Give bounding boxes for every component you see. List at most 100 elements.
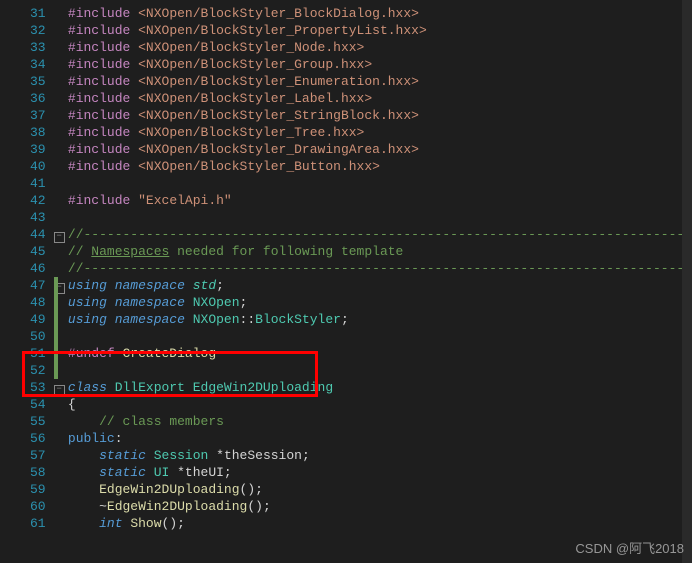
code-line[interactable]: class DllExport EdgeWin2DUploading	[68, 379, 692, 396]
line-number: 47	[0, 277, 46, 294]
token-kw: static	[99, 465, 154, 480]
code-line[interactable]: #include "ExcelApi.h"	[68, 192, 692, 209]
token-cmt: //	[68, 244, 91, 259]
code-line[interactable]: static Session *theSession;	[68, 447, 692, 464]
token-kw: int	[99, 516, 130, 531]
code-line[interactable]: #include <NXOpen/BlockStyler_Enumeration…	[68, 73, 692, 90]
change-marker	[54, 294, 58, 311]
token-plain: ;	[240, 295, 248, 310]
token-kw-pp: #undef	[68, 346, 123, 361]
code-line[interactable]: using namespace std;	[68, 277, 692, 294]
line-number: 33	[0, 39, 46, 56]
code-line[interactable]: #include <NXOpen/BlockStyler_StringBlock…	[68, 107, 692, 124]
line-number: 42	[0, 192, 46, 209]
token-type2: NXOpen	[193, 312, 240, 327]
code-line[interactable]: #include <NXOpen/BlockStyler_Group.hxx>	[68, 56, 692, 73]
code-line[interactable]: using namespace NXOpen::BlockStyler;	[68, 311, 692, 328]
token-func: EdgeWin2DUploading	[107, 499, 247, 514]
line-number: 37	[0, 107, 46, 124]
code-line[interactable]: EdgeWin2DUploading();	[68, 481, 692, 498]
line-number: 43	[0, 209, 46, 226]
code-line[interactable]	[68, 175, 692, 192]
token-kw-pp: #include	[68, 57, 138, 72]
line-number: 50	[0, 328, 46, 345]
token-str: <NXOpen/BlockStyler_Label.hxx>	[138, 91, 372, 106]
token-type2: UI	[154, 465, 177, 480]
code-line[interactable]	[68, 209, 692, 226]
token-plain	[68, 516, 99, 531]
token-kw: class	[68, 380, 115, 395]
code-area[interactable]: #include <NXOpen/BlockStyler_BlockDialog…	[66, 0, 692, 563]
token-type2: Session	[154, 448, 216, 463]
token-plain: ~	[68, 499, 107, 514]
code-line[interactable]: #include <NXOpen/BlockStyler_PropertyLis…	[68, 22, 692, 39]
token-kw: using namespace	[68, 312, 193, 327]
line-number: 39	[0, 141, 46, 158]
code-line[interactable]: //--------------------------------------…	[68, 226, 692, 243]
token-kw: using namespace	[68, 295, 193, 310]
line-number: 54	[0, 396, 46, 413]
code-editor[interactable]: 3132333435363738394041424344454647484950…	[0, 0, 692, 563]
code-line[interactable]: {	[68, 396, 692, 413]
token-str: <NXOpen/BlockStyler_DrawingArea.hxx>	[138, 142, 419, 157]
code-line[interactable]: int Show();	[68, 515, 692, 532]
line-number: 49	[0, 311, 46, 328]
code-line[interactable]	[68, 328, 692, 345]
token-str: <NXOpen/BlockStyler_Button.hxx>	[138, 159, 380, 174]
token-plain	[68, 448, 99, 463]
token-func: EdgeWin2DUploading	[99, 482, 239, 497]
token-type2: EdgeWin2DUploading	[193, 380, 333, 395]
vertical-scrollbar[interactable]	[682, 0, 692, 563]
token-plain: {	[68, 397, 76, 412]
token-kw-pp: #include	[68, 193, 138, 208]
code-line[interactable]: #include <NXOpen/BlockStyler_Button.hxx>	[68, 158, 692, 175]
line-number: 41	[0, 175, 46, 192]
code-line[interactable]: ~EdgeWin2DUploading();	[68, 498, 692, 515]
line-number: 40	[0, 158, 46, 175]
token-str: <NXOpen/BlockStyler_Tree.hxx>	[138, 125, 364, 140]
token-plain: *theUI;	[177, 465, 232, 480]
token-str: <NXOpen/BlockStyler_PropertyList.hxx>	[138, 23, 427, 38]
code-line[interactable]: //--------------------------------------…	[68, 260, 692, 277]
line-number: 59	[0, 481, 46, 498]
line-number: 57	[0, 447, 46, 464]
line-number: 32	[0, 22, 46, 39]
token-plain: :	[115, 431, 123, 446]
token-kw-pp: #include	[68, 91, 138, 106]
token-kw-pp: #include	[68, 23, 138, 38]
fold-toggle-icon[interactable]: −	[54, 232, 65, 243]
code-line[interactable]: public:	[68, 430, 692, 447]
token-kw-pp: #include	[68, 74, 138, 89]
change-marker	[54, 277, 58, 294]
code-line[interactable]: static UI *theUI;	[68, 464, 692, 481]
line-number: 51	[0, 345, 46, 362]
token-kw-pp: #include	[68, 142, 138, 157]
code-line[interactable]: // class members	[68, 413, 692, 430]
line-number: 60	[0, 498, 46, 515]
code-line[interactable]	[68, 362, 692, 379]
change-marker	[54, 311, 58, 328]
line-number: 31	[0, 5, 46, 22]
code-line[interactable]: #include <NXOpen/BlockStyler_Label.hxx>	[68, 90, 692, 107]
code-line[interactable]: // Namespaces needed for following templ…	[68, 243, 692, 260]
code-line[interactable]: using namespace NXOpen;	[68, 294, 692, 311]
token-kw-pp: #include	[68, 6, 138, 21]
token-func: Show	[130, 516, 161, 531]
token-plain: ();	[247, 499, 270, 514]
code-line[interactable]: #undef CreateDialog	[68, 345, 692, 362]
token-type2: NXOpen	[193, 295, 240, 310]
line-number: 36	[0, 90, 46, 107]
line-number: 53	[0, 379, 46, 396]
change-marker	[54, 362, 58, 379]
token-str: "ExcelApi.h"	[138, 193, 232, 208]
line-number: 48	[0, 294, 46, 311]
token-str: <NXOpen/BlockStyler_Enumeration.hxx>	[138, 74, 419, 89]
fold-toggle-icon[interactable]: −	[54, 385, 65, 396]
code-line[interactable]: #include <NXOpen/BlockStyler_DrawingArea…	[68, 141, 692, 158]
code-line[interactable]: #include <NXOpen/BlockStyler_Node.hxx>	[68, 39, 692, 56]
code-line[interactable]: #include <NXOpen/BlockStyler_Tree.hxx>	[68, 124, 692, 141]
token-type: std	[193, 278, 216, 293]
token-cmt-u: Namespaces	[91, 244, 169, 259]
code-line[interactable]: #include <NXOpen/BlockStyler_BlockDialog…	[68, 5, 692, 22]
token-cmt: //--------------------------------------…	[68, 261, 692, 276]
